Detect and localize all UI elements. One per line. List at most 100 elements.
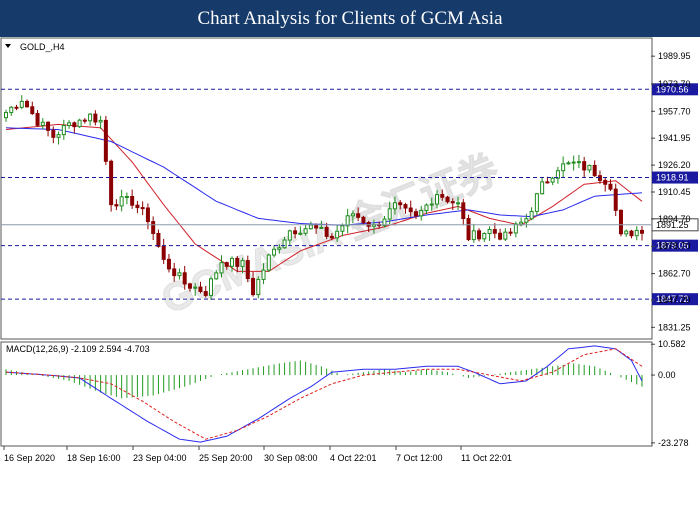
y-tick-label: 1910.45 [658, 187, 691, 197]
candle-body [429, 203, 434, 206]
candle-body [461, 202, 466, 220]
y-tick-label: 1989.95 [658, 51, 691, 61]
candle-body [482, 233, 487, 240]
candle-body [261, 269, 266, 280]
level-label: 1918.91 [656, 173, 689, 183]
candle-body [51, 129, 56, 138]
candle-body [413, 211, 418, 217]
candle-body [224, 262, 229, 267]
candle-body [440, 194, 445, 198]
candle-body [445, 196, 450, 203]
candle-body [230, 257, 235, 267]
y-tick-label: 1894.70 [658, 214, 691, 224]
candle-body [618, 209, 623, 235]
candle-body [177, 272, 182, 277]
candle-body [67, 122, 72, 127]
candle-body [46, 121, 51, 131]
candle-body [240, 260, 245, 267]
candle-body [30, 106, 35, 115]
chart-header: Chart Analysis for Clients of GCM Asia [0, 0, 700, 37]
candle-body [466, 218, 471, 241]
candle-body [450, 201, 455, 204]
candle-body [545, 181, 550, 184]
candle-body [9, 106, 14, 114]
candle-body [124, 195, 129, 198]
candle-body [477, 230, 482, 240]
y-tick-label: 1878.70 [658, 241, 691, 251]
macd-y-tick-label: -23.278 [658, 438, 689, 448]
candle-body [424, 204, 429, 212]
candle-body [303, 228, 308, 234]
candle-body [582, 161, 587, 171]
candle-body [566, 162, 571, 165]
candle-body [561, 163, 566, 172]
candle-body [608, 183, 613, 190]
candle-body [266, 254, 271, 271]
candle-body [114, 204, 119, 207]
candle-body [587, 164, 592, 171]
candle-body [182, 272, 187, 285]
candle-body [77, 119, 82, 128]
candle-body [277, 247, 282, 250]
candle-body [613, 188, 618, 211]
candle-body [19, 100, 24, 108]
candle-body [56, 134, 61, 138]
x-tick-label: 11 Oct 22:01 [461, 453, 512, 463]
chart-title: Chart Analysis for Clients of GCM Asia [197, 7, 503, 29]
candle-body [361, 216, 366, 224]
candle-body [93, 113, 98, 123]
x-tick-label: 25 Sep 20:00 [199, 453, 253, 463]
price-panel [0, 37, 653, 340]
y-tick-label: 1957.70 [658, 106, 691, 116]
symbol-label: GOLD_,H4 [20, 42, 65, 52]
candle-body [166, 258, 171, 270]
candle-body [519, 221, 524, 225]
candle-body [72, 122, 77, 128]
chart-frame: GOLD_,H4 MACD(12,26,9) -2.109 2.594 -4.7… [0, 37, 700, 500]
x-tick-label: 30 Sep 08:00 [264, 453, 318, 463]
candle-body [398, 202, 403, 206]
candle-body [219, 262, 224, 274]
candle-body [419, 210, 424, 217]
candle-body [293, 230, 298, 235]
candle-body [272, 248, 277, 256]
candle-body [524, 218, 529, 223]
y-tick-label: 1926.20 [658, 160, 691, 170]
candle-body [403, 204, 408, 209]
candle-body [392, 202, 397, 210]
candle-body [235, 257, 240, 267]
y-tick-label: 1847.20 [658, 295, 691, 305]
candle-body [314, 224, 319, 229]
candle-body [193, 286, 198, 289]
candle-body [540, 181, 545, 195]
candle-body [119, 196, 124, 207]
candle-body [356, 213, 361, 218]
macd-y-tick-label: 10.582 [658, 339, 686, 349]
trading-chart[interactable]: GOLD_,H4 MACD(12,26,9) -2.109 2.594 -4.7… [0, 37, 700, 500]
candle-body [319, 226, 324, 229]
candle-body [140, 207, 145, 210]
candle-body [172, 268, 177, 277]
candle-body [534, 193, 539, 212]
candle-body [98, 119, 103, 123]
candle-body [14, 106, 19, 109]
candle-body [308, 224, 313, 230]
macd-label: MACD(12,26,9) -2.109 2.594 -4.703 [6, 344, 150, 354]
candle-body [4, 112, 8, 119]
candle-body [324, 226, 329, 237]
candle-body [329, 235, 334, 239]
candle-body [298, 232, 303, 235]
candle-body [135, 204, 140, 209]
candle-body [350, 213, 355, 217]
x-tick-label: 16 Sep 2020 [4, 453, 55, 463]
candle-body [576, 161, 581, 164]
candle-body [640, 229, 644, 234]
candle-body [40, 121, 45, 126]
candle-body [214, 272, 219, 280]
candle-body [634, 229, 639, 237]
candle-body [529, 210, 534, 220]
candle-body [498, 232, 503, 240]
candle-body [571, 161, 576, 164]
candle-body [550, 177, 555, 183]
macd-y-tick-label: 0.00 [658, 370, 676, 380]
